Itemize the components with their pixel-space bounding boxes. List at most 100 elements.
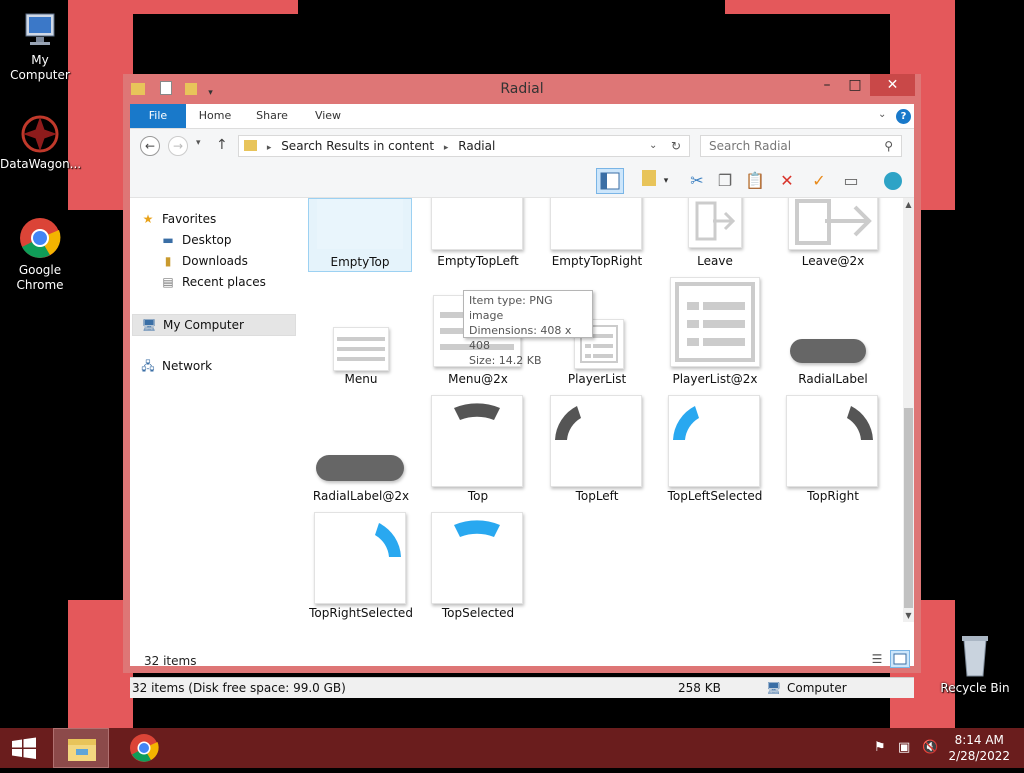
file-name: RadialLabel@2x	[312, 489, 410, 503]
up-button[interactable]: ↑	[216, 137, 228, 153]
copy-icon[interactable]: ❐	[714, 170, 736, 192]
title-bar[interactable]: ▾ Radial – □ ✕	[123, 74, 921, 104]
tab-home[interactable]: Home	[192, 104, 238, 128]
forward-button[interactable]: →	[168, 136, 188, 156]
file-item[interactable]: RadialLabel@2x	[306, 431, 416, 505]
action-center-icon[interactable]: ⚑	[874, 740, 886, 755]
file-item[interactable]: EmptyTop	[308, 198, 412, 272]
computer-icon: 🖥	[766, 681, 782, 695]
file-thumbnail	[550, 198, 642, 250]
explorer-window[interactable]: ▾ Radial – □ ✕ File Home Share View ⌄ ? …	[123, 74, 921, 698]
desktop-icon: ▬	[162, 233, 174, 247]
desktop-icon-chrome[interactable]: Google Chrome	[0, 216, 80, 293]
address-row: ← → ▾ ↑ ▸ Search Results in content ▸ Ra…	[130, 129, 914, 165]
vertical-scrollbar[interactable]: ▲ ▼	[903, 198, 914, 622]
desktop-icon-label: DataWagon...	[0, 157, 82, 171]
breadcrumb-search-results[interactable]: Search Results in content	[281, 139, 434, 153]
scroll-down-icon[interactable]: ▼	[903, 611, 914, 620]
address-bar[interactable]: ▸ Search Results in content ▸ Radial ⌄ ↻	[238, 135, 690, 157]
folder-icon	[244, 140, 257, 151]
nav-my-computer[interactable]: 🖥 My Computer	[132, 314, 296, 336]
scrollbar-thumb[interactable]	[904, 408, 913, 608]
file-name: TopSelected	[441, 606, 515, 620]
taskbar-chrome[interactable]	[116, 728, 172, 768]
tab-share[interactable]: Share	[250, 104, 294, 128]
properties-icon[interactable]: ▭	[840, 170, 862, 192]
file-item[interactable]: PlayerList@2x	[660, 277, 770, 389]
delete-icon[interactable]: ✕	[776, 170, 798, 192]
file-thumbnail	[316, 455, 404, 481]
paste-icon[interactable]: 📋	[744, 170, 766, 192]
menu-icon	[337, 337, 385, 361]
file-item[interactable]: TopRightSelected	[306, 512, 416, 622]
taskbar-file-explorer[interactable]	[53, 728, 109, 768]
file-item[interactable]: Leave	[660, 198, 770, 272]
chevron-right-icon: ▸	[443, 143, 449, 153]
file-name: EmptyTopRight	[551, 254, 643, 268]
file-item[interactable]: Top	[423, 395, 533, 505]
volume-muted-icon[interactable]: 🔇	[922, 740, 938, 755]
globe-icon[interactable]	[882, 170, 904, 192]
file-item[interactable]: Menu	[306, 315, 416, 389]
nav-desktop[interactable]: ▬ Desktop	[160, 230, 231, 250]
network-icon[interactable]: ▣	[898, 740, 910, 755]
file-item[interactable]: RadialLabel	[778, 315, 888, 389]
tab-file[interactable]: File	[130, 104, 186, 128]
radial-top-right-selected-icon	[375, 523, 401, 557]
desktop-icon-my-computer[interactable]: My Computer	[0, 10, 80, 83]
file-item[interactable]: TopLeft	[542, 395, 652, 505]
recent-locations-icon[interactable]: ▾	[196, 138, 201, 148]
minimize-button[interactable]: –	[814, 74, 840, 96]
file-item[interactable]: EmptyTopLeft	[423, 198, 533, 272]
file-item[interactable]: TopLeftSelected	[660, 395, 770, 505]
nav-favorites[interactable]: ★ Favorites	[140, 209, 217, 229]
file-name: RadialLabel	[798, 372, 868, 386]
details-view-icon[interactable]: ☰	[868, 652, 886, 668]
desktop-icon-recycle-bin[interactable]: Recycle Bin	[935, 632, 1015, 696]
chevron-down-icon[interactable]: ▾	[660, 170, 672, 192]
tab-view[interactable]: View	[306, 104, 350, 128]
clock[interactable]: 8:14 AM 2/28/2022	[948, 732, 1010, 764]
search-input[interactable]: Search Radial ⚲	[700, 135, 902, 157]
nav-network[interactable]: 🖧 Network	[140, 356, 212, 376]
cut-icon[interactable]: ✂	[686, 170, 708, 192]
computer-icon: 🖥	[141, 318, 157, 332]
preview-pane-icon[interactable]	[596, 168, 624, 194]
expand-ribbon-icon[interactable]: ⌄	[878, 109, 886, 120]
radial-top-left-selected-icon	[673, 406, 699, 440]
file-name: EmptyTop	[330, 255, 390, 269]
radial-top-right-icon	[847, 406, 873, 440]
status-bar: 32 items (Disk free space: 99.0 GB) 258 …	[130, 677, 914, 698]
item-count: 32 items	[144, 654, 197, 668]
close-button[interactable]: ✕	[870, 74, 915, 96]
back-button[interactable]: ←	[140, 136, 160, 156]
computer-icon	[20, 10, 60, 50]
rename-icon[interactable]: ✓	[808, 170, 830, 192]
file-list: EmptyTop EmptyTopLeft EmptyTopRight Leav…	[306, 198, 902, 622]
file-name: TopLeftSelected	[667, 489, 763, 503]
file-thumbnail	[333, 327, 389, 371]
clock-date: 2/28/2022	[948, 749, 1010, 763]
desktop-icon-datawagon[interactable]: DataWagon...	[0, 114, 82, 172]
file-item[interactable]: TopSelected	[423, 512, 533, 622]
file-item[interactable]: TopRight	[778, 395, 888, 505]
folder-options-icon[interactable]	[638, 170, 660, 192]
status-disk-info: 32 items (Disk free space: 99.0 GB)	[132, 681, 346, 695]
file-item[interactable]: EmptyTopRight	[542, 198, 652, 272]
maximize-button[interactable]: □	[842, 74, 868, 96]
large-icons-view-icon[interactable]	[890, 650, 910, 668]
chevron-right-icon: ▸	[266, 143, 272, 153]
nav-recent-places[interactable]: ▤ Recent places	[160, 272, 266, 292]
refresh-icon[interactable]: ↻	[671, 136, 681, 156]
breadcrumb-radial[interactable]: Radial	[458, 139, 495, 153]
address-dropdown-icon[interactable]: ⌄	[649, 136, 657, 156]
file-thumbnail	[670, 277, 760, 367]
downloads-icon: ▮	[164, 254, 172, 268]
start-button[interactable]	[0, 728, 48, 768]
file-item[interactable]: Leave@2x	[778, 198, 888, 272]
file-thumbnail	[431, 198, 523, 250]
nav-downloads[interactable]: ▮ Downloads	[160, 251, 248, 271]
file-name: Menu@2x	[448, 372, 508, 386]
scroll-up-icon[interactable]: ▲	[903, 200, 914, 209]
help-icon[interactable]: ?	[896, 109, 911, 124]
